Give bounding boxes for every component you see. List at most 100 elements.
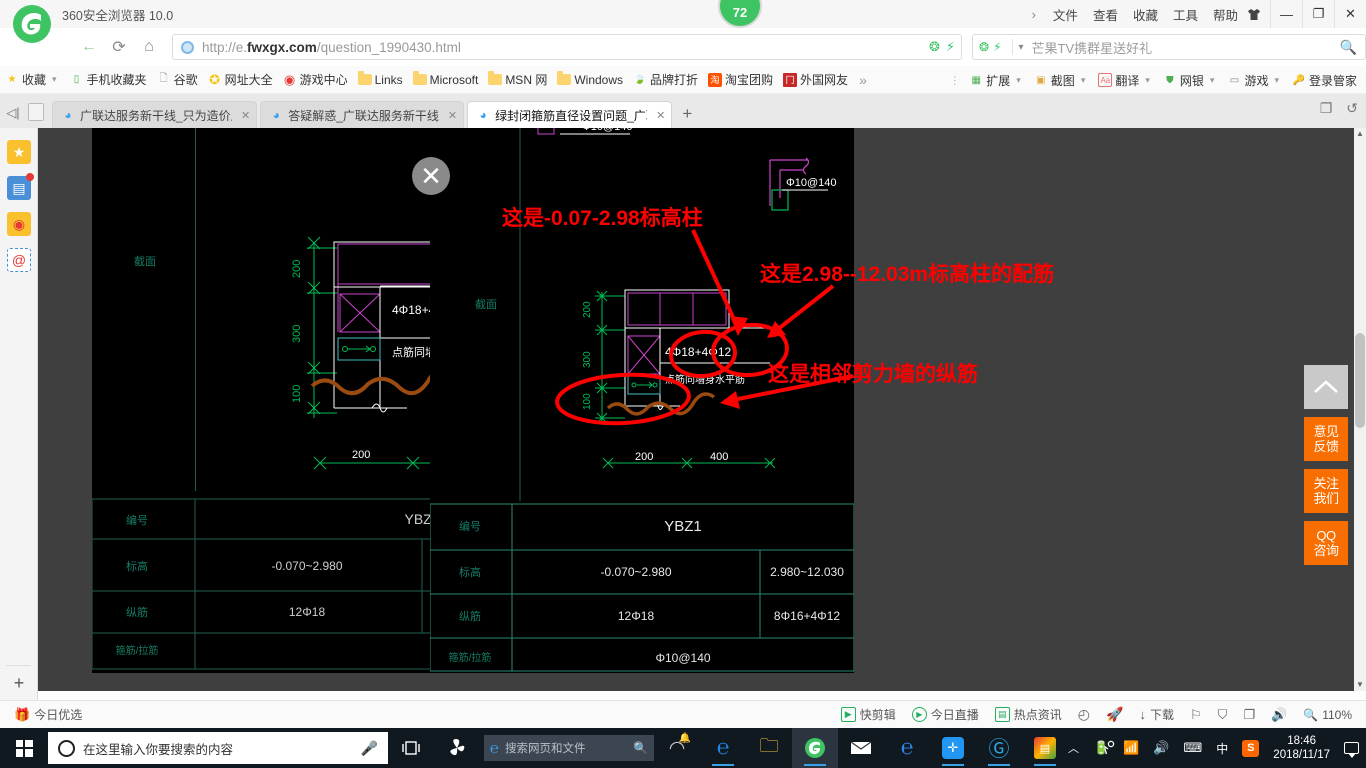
taskbar-edge[interactable]: ℮: [884, 728, 930, 768]
reload-button[interactable]: ⟳: [104, 32, 134, 62]
chevron-down-icon[interactable]: ▾: [1271, 75, 1282, 86]
scroll-down-arrow-icon[interactable]: ▼: [1354, 679, 1366, 691]
window-restore-icon[interactable]: ❐: [1320, 100, 1333, 117]
security-score-badge[interactable]: 72: [718, 0, 762, 28]
status-speed[interactable]: ◴: [1070, 706, 1098, 723]
tray-expand-button[interactable]: ︿: [1061, 740, 1086, 756]
bookmark-item[interactable]: Links: [353, 68, 408, 92]
status-today-deals[interactable]: 🎁 今日优选: [0, 706, 90, 723]
chevron-down-icon[interactable]: ▾: [1142, 75, 1153, 86]
menu-item-help[interactable]: 帮助: [1213, 5, 1238, 24]
microphone-icon[interactable]: 🎤: [361, 740, 378, 757]
taskbar-blue-app[interactable]: ✛: [930, 728, 976, 768]
bookmark-item[interactable]: ✪ 网址大全: [203, 68, 278, 92]
close-icon[interactable]: ✕: [412, 157, 450, 195]
tool-extensions[interactable]: ▦ 扩展 ▾: [964, 68, 1029, 92]
bookmark-item[interactable]: ▯ 手机收藏夹: [65, 68, 152, 92]
search-input[interactable]: 芒果TV携群星送好礼: [1032, 38, 1153, 57]
menu-item-file[interactable]: 文件: [1053, 5, 1078, 24]
edge-search-input[interactable]: 搜索网页和文件: [505, 740, 627, 756]
vertical-scrollbar[interactable]: ▲ ▼: [1354, 128, 1366, 691]
status-shield[interactable]: ⛉: [1210, 707, 1236, 723]
minimize-button[interactable]: —: [1270, 0, 1302, 28]
status-window-split[interactable]: ❐: [1235, 707, 1263, 723]
tab-item-active[interactable]: ◕ 绿封闭箍筋直径设置问题_广联达 ✕: [467, 101, 673, 128]
start-button[interactable]: [0, 728, 48, 768]
undo-close-tab-icon[interactable]: ↺: [1346, 100, 1358, 117]
sidebar-news-feed-icon[interactable]: ▤: [7, 173, 34, 200]
tool-banking[interactable]: ⛊ 网银 ▾: [1158, 68, 1223, 92]
drag-handle-icon[interactable]: ⋮: [945, 74, 964, 87]
new-tab-button[interactable]: +: [672, 104, 702, 128]
chevron-down-icon[interactable]: ▾: [1019, 42, 1024, 53]
taskbar-search-box[interactable]: 在这里输入你要搜索的内容 🎤: [48, 732, 388, 764]
tray-battery[interactable]: 🔋: [1086, 740, 1116, 756]
home-button[interactable]: ⌂: [134, 32, 164, 62]
tray-wifi[interactable]: 📶: [1116, 740, 1146, 756]
chevron-down-icon[interactable]: ▾: [1207, 75, 1218, 86]
bookmark-item[interactable]: 冂 外国网友: [778, 68, 853, 92]
search-icon[interactable]: 🔍: [1340, 39, 1357, 56]
status-downloads[interactable]: ↓ 下载: [1131, 706, 1182, 723]
protect-icon[interactable]: ❂: [929, 39, 940, 55]
tool-translate[interactable]: Aa 翻译 ▾: [1093, 68, 1158, 92]
qq-consult-button[interactable]: QQ 咨询: [1304, 521, 1348, 565]
taskbar-app-pinwheel[interactable]: [434, 728, 480, 768]
tab-list-button[interactable]: [28, 103, 44, 121]
tab-item[interactable]: ◕ 广联达服务新干线_只为造价从业 ✕: [52, 101, 258, 128]
menu-expand-chevron-icon[interactable]: ›: [1032, 7, 1036, 22]
menu-item-favorites[interactable]: 收藏: [1133, 5, 1158, 24]
menu-item-view[interactable]: 查看: [1093, 5, 1118, 24]
taskbar-mail[interactable]: [838, 728, 884, 768]
taskbar-file-explorer[interactable]: 🗀: [746, 728, 792, 768]
chevron-down-icon[interactable]: ▾: [1013, 75, 1024, 86]
menu-item-tools[interactable]: 工具: [1173, 5, 1198, 24]
tray-volume[interactable]: 🔊: [1146, 740, 1176, 756]
tab-scroll-left-button[interactable]: ◁|: [0, 98, 26, 128]
tray-sogou[interactable]: S: [1235, 739, 1266, 757]
chevron-down-icon[interactable]: ▾: [1078, 75, 1089, 86]
taskbar-360-game[interactable]: Ⓖ: [976, 728, 1022, 768]
bookmark-item[interactable]: Microsoft: [408, 68, 484, 92]
bookmark-item[interactable]: 🍃 品牌打折: [628, 68, 703, 92]
tool-login-manager[interactable]: 🔑 登录管家: [1287, 68, 1362, 92]
address-bar[interactable]: http://e.fwxgx.com/question_1990430.html…: [172, 34, 962, 60]
bookmark-item[interactable]: Windows: [552, 68, 628, 92]
tray-keyboard[interactable]: ⌨: [1177, 740, 1210, 756]
status-flag[interactable]: ⚐: [1182, 707, 1210, 723]
action-center-button[interactable]: [1337, 742, 1366, 758]
sidebar-email-at-icon[interactable]: @: [7, 248, 31, 272]
feedback-button[interactable]: 意见 反馈: [1304, 417, 1348, 461]
sidebar-weibo-icon[interactable]: ◉: [7, 212, 31, 236]
taskbar-360-browser[interactable]: [792, 728, 838, 768]
bookmark-favorites[interactable]: ★ 收藏 ▾: [0, 68, 65, 92]
bookmark-item[interactable]: 淘 淘宝团购: [703, 68, 778, 92]
skin-button[interactable]: [1238, 0, 1270, 28]
back-to-top-button[interactable]: [1304, 365, 1348, 409]
status-boost[interactable]: 🚀: [1098, 706, 1131, 723]
edge-search-box[interactable]: ℮ 搜索网页和文件 🔍: [484, 735, 654, 761]
search-icon[interactable]: 🔍: [633, 741, 648, 755]
status-quick-edit[interactable]: ▶ 快剪辑: [833, 706, 904, 723]
tab-item[interactable]: ◕ 答疑解惑_广联达服务新干线 ✕: [260, 101, 465, 128]
site-info-icon[interactable]: [181, 40, 194, 54]
task-view-button[interactable]: [388, 728, 434, 768]
tab-close-icon[interactable]: ✕: [656, 109, 665, 122]
sidebar-add-button[interactable]: +: [0, 673, 38, 694]
taskbar-browser-swirl[interactable]: ◠ 🔔: [654, 728, 700, 768]
bookmarks-overflow-button[interactable]: »: [853, 72, 873, 88]
bookmark-item[interactable]: 🗋 谷歌: [152, 68, 203, 92]
back-button[interactable]: ←: [74, 32, 104, 62]
vertical-scroll-thumb[interactable]: [1355, 333, 1365, 428]
status-live-today[interactable]: ▶ 今日直播: [904, 706, 987, 723]
search-engine-icon[interactable]: ❂: [979, 40, 989, 54]
tool-screenshot[interactable]: ▣ 截图 ▾: [1029, 68, 1094, 92]
lightning-icon[interactable]: ⚡: [946, 39, 955, 55]
taskbar-internet-explorer[interactable]: ℮: [700, 728, 746, 768]
tray-ime[interactable]: 中: [1209, 740, 1235, 757]
status-hot-news[interactable]: ▤ 热点资讯: [987, 706, 1070, 723]
bookmark-item[interactable]: MSN 网: [483, 68, 552, 92]
sidebar-favorites-star-icon[interactable]: ★: [7, 140, 31, 164]
tab-close-icon[interactable]: ✕: [241, 109, 250, 122]
search-bar[interactable]: ❂ ⚡ ▾ 芒果TV携群星送好礼 🔍: [972, 34, 1366, 60]
